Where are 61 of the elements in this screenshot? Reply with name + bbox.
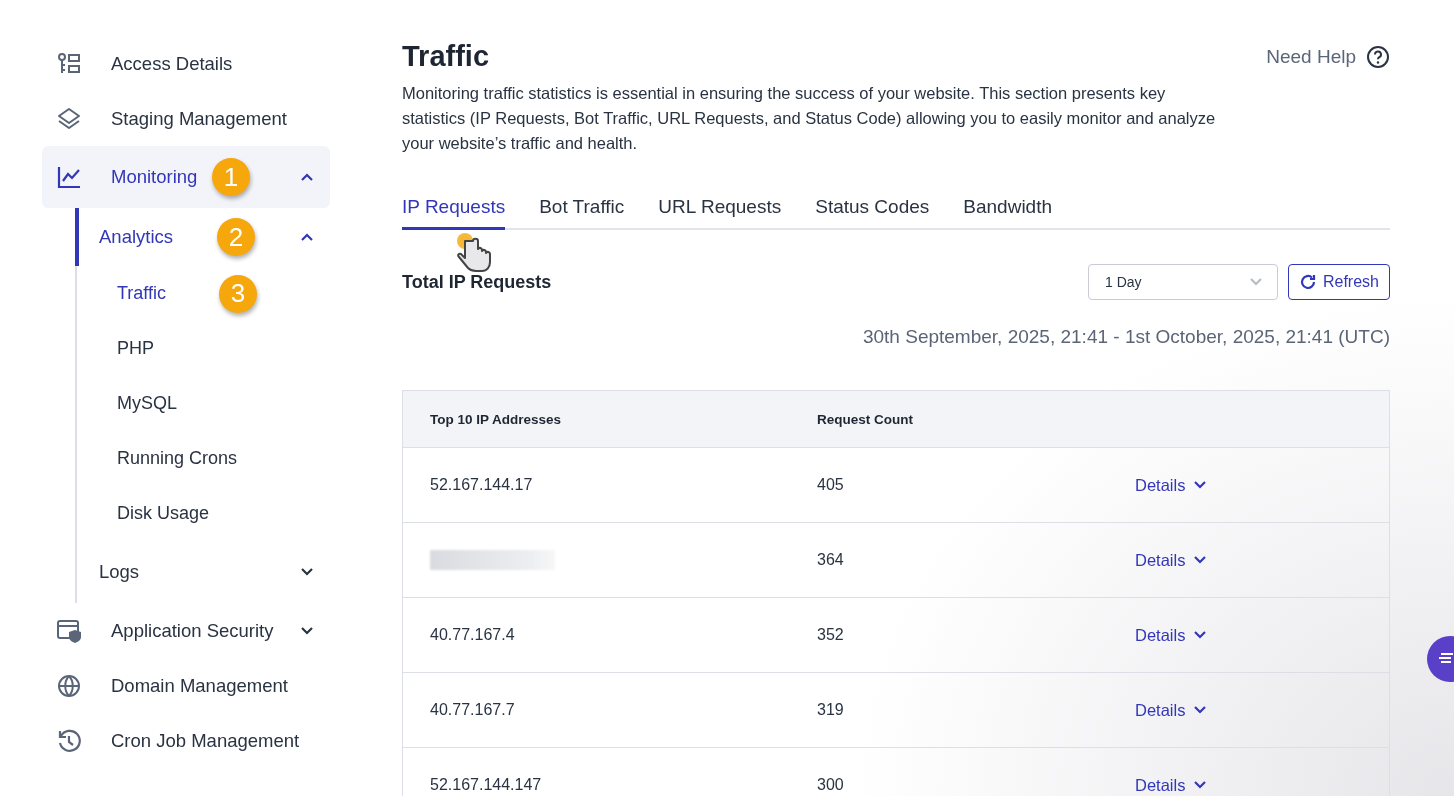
page-description: Monitoring traffic statistics is essential in ensuring the success of your website. This section presents key statistics (IP Requests, Bot Traffic, URL Requests, and Status Code) allowing you to easily monitor and analyze your website’s traffic and health. [402,83,1217,154]
ip-cell-text: 40.77.167.4 [430,626,516,644]
sidebar-item[interactable]: MySQL [75,376,330,431]
sidebar-item[interactable]: Monitoring 1 [42,146,330,208]
sidebar-item[interactable]: Cron Job Management [42,713,330,768]
ip-cell-text: 52.167.144.17 [430,476,534,494]
count-cell-text: 405 [817,476,845,494]
sidebar-item[interactable]: Traffic 3 [75,266,330,321]
refresh-icon [1298,273,1317,291]
refresh-button[interactable]: Refresh [1287,264,1390,300]
sidebar-item[interactable]: Staging Management [42,91,330,146]
sidebar-item[interactable]: Disk Usage [75,486,330,541]
tab[interactable]: Status Codes [815,186,930,230]
chevron-down-icon [300,567,314,577]
sidebar-item[interactable]: Running Crons [75,431,330,486]
layers-icon [56,105,82,132]
window-shield-icon [56,617,82,644]
chevron-up-icon [300,172,314,182]
details-link[interactable]: Details [1135,475,1208,495]
sidebar-item[interactable]: Analytics 2 [75,208,330,266]
sidebar-item[interactable]: Domain Management [42,658,330,713]
section-title: Total IP Requests [402,271,552,293]
line-chart-icon [56,164,82,190]
count-cell-text: 364 [817,551,845,569]
period-select[interactable]: 1 Day [1087,264,1278,300]
column-header: Request Count [817,411,914,427]
sidebar-item[interactable]: Access Details [42,36,330,91]
chevron-down-icon [1193,480,1208,490]
column-header: Top 10 IP Addresses [430,411,563,427]
chevron-down-icon [1193,555,1208,565]
page-title: Traffic [402,40,490,73]
step-badge: 1 [212,158,250,196]
details-link[interactable]: Details [1135,625,1208,645]
tab[interactable]: URL Requests [658,186,782,230]
chevron-down-icon [1193,780,1208,790]
step-badge: 3 [219,274,257,313]
chevron-down-icon [1193,705,1208,715]
help-link[interactable]: Need Help [1266,44,1390,69]
chevron-down-icon [300,625,314,636]
sidebar-item[interactable]: Logs [75,541,330,603]
chevron-up-icon [300,232,314,242]
chevron-down-icon [1248,277,1263,287]
details-link[interactable]: Details [1135,700,1208,720]
step-badge: 2 [217,218,255,256]
sidebar-item[interactable]: PHP [75,321,330,376]
tab[interactable]: Bot Traffic [539,186,625,230]
help-icon [1366,44,1390,69]
tab[interactable]: Bandwidth [963,186,1052,230]
chevron-down-icon [1193,630,1208,640]
details-link[interactable]: Details [1135,550,1208,570]
count-cell-text: 319 [817,701,845,719]
count-cell-text: 300 [817,776,845,794]
count-cell-text: 352 [817,626,845,644]
sidebar-item[interactable]: Application Security [42,603,330,658]
details-link[interactable]: Details [1135,775,1208,795]
globe-icon [56,672,82,699]
tab[interactable]: IP Requests [402,186,506,230]
history-icon [56,727,82,754]
date-range: 30th September, 2025, 21:41 - 1st October, 2025, 21:41 (UTC) [862,326,1390,348]
ip-cell-text: 40.77.167.7 [430,701,516,719]
ip-cell-text: 52.167.144.147 [430,776,543,794]
